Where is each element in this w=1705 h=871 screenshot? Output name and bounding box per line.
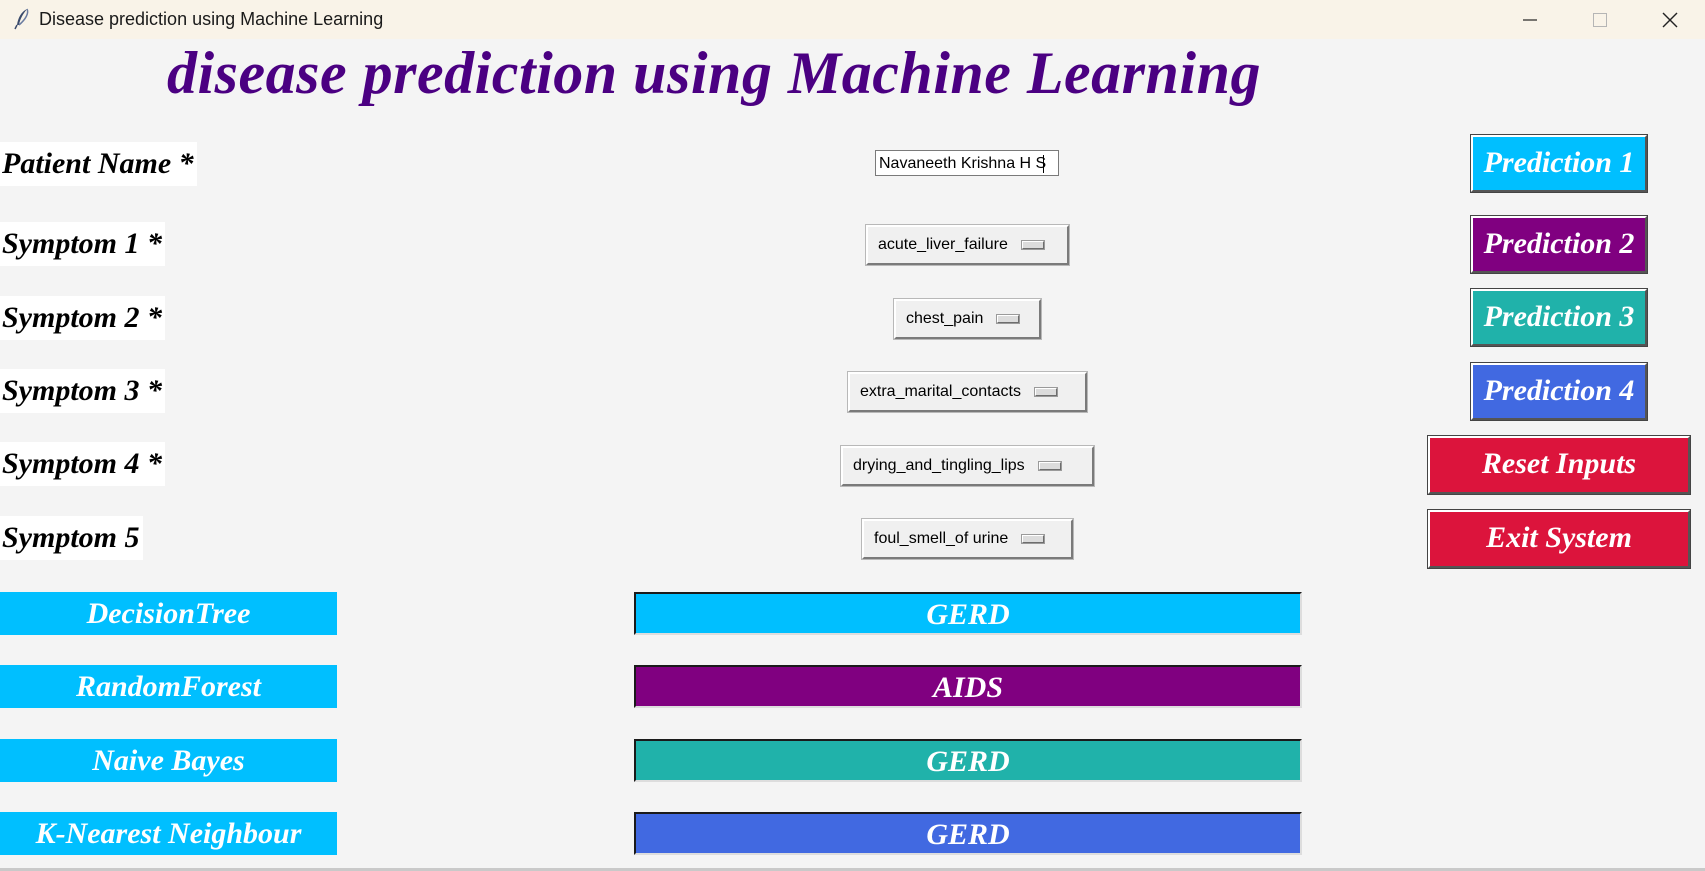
result-decision-tree: GERD — [634, 592, 1302, 635]
symptom-2-label: Symptom 2 * — [0, 296, 166, 340]
close-button[interactable] — [1635, 0, 1705, 39]
result-knn: GERD — [634, 812, 1302, 855]
symptom-5-label: Symptom 5 — [0, 516, 143, 560]
symptom-3-dropdown[interactable]: extra_marital_contacts — [848, 372, 1087, 412]
dropdown-indicator-icon — [1034, 388, 1057, 396]
symptom-1-value: acute_liver_failure — [878, 236, 1008, 253]
dropdown-indicator-icon — [997, 315, 1020, 323]
algorithm-label-decision-tree: DecisionTree — [0, 592, 337, 635]
reset-inputs-button[interactable]: Reset Inputs — [1428, 436, 1690, 494]
algorithm-label-knn: K-Nearest Neighbour — [0, 812, 337, 855]
prediction-4-button[interactable]: Prediction 4 — [1471, 363, 1647, 420]
minimize-icon — [1523, 18, 1537, 21]
page-title: disease prediction using Machine Learnin… — [167, 40, 1261, 106]
symptom-5-value: foul_smell_of urine — [874, 530, 1009, 547]
symptom-3-label: Symptom 3 * — [0, 369, 166, 413]
prediction-1-button[interactable]: Prediction 1 — [1471, 135, 1647, 192]
prediction-2-button[interactable]: Prediction 2 — [1471, 216, 1647, 273]
algorithm-label-random-forest: RandomForest — [0, 665, 337, 708]
dropdown-indicator-icon — [1022, 535, 1045, 543]
title-bar[interactable]: Disease prediction using Machine Learnin… — [0, 0, 1705, 39]
symptom-3-value: extra_marital_contacts — [860, 383, 1021, 400]
minimize-button[interactable] — [1495, 0, 1565, 39]
patient-name-label: Patient Name * — [0, 142, 197, 186]
dropdown-indicator-icon — [1021, 241, 1044, 249]
symptom-5-dropdown[interactable]: foul_smell_of urine — [862, 519, 1073, 559]
app-window: Disease prediction using Machine Learnin… — [0, 0, 1705, 871]
algorithm-label-naive-bayes: Naive Bayes — [0, 739, 337, 782]
exit-system-button[interactable]: Exit System — [1428, 510, 1690, 568]
symptom-2-value: chest_pain — [906, 310, 984, 327]
symptom-1-label: Symptom 1 * — [0, 222, 166, 266]
result-random-forest: AIDS — [634, 665, 1302, 708]
symptom-2-dropdown[interactable]: chest_pain — [894, 299, 1041, 339]
patient-name-value: Navaneeth Krishna H S — [879, 155, 1047, 172]
text-cursor — [1043, 154, 1045, 173]
prediction-3-button[interactable]: Prediction 3 — [1471, 289, 1647, 346]
feather-icon — [12, 8, 32, 30]
window-title: Disease prediction using Machine Learnin… — [39, 9, 384, 29]
symptom-1-dropdown[interactable]: acute_liver_failure — [866, 225, 1069, 265]
result-naive-bayes: GERD — [634, 739, 1302, 782]
maximize-icon — [1593, 12, 1607, 27]
symptom-4-label: Symptom 4 * — [0, 442, 166, 486]
patient-name-input[interactable]: Navaneeth Krishna H S — [875, 150, 1059, 176]
symptom-4-value: drying_and_tingling_lips — [853, 457, 1025, 474]
close-icon — [1662, 12, 1678, 27]
dropdown-indicator-icon — [1038, 462, 1061, 470]
symptom-4-dropdown[interactable]: drying_and_tingling_lips — [841, 446, 1094, 486]
maximize-button[interactable] — [1565, 0, 1635, 39]
